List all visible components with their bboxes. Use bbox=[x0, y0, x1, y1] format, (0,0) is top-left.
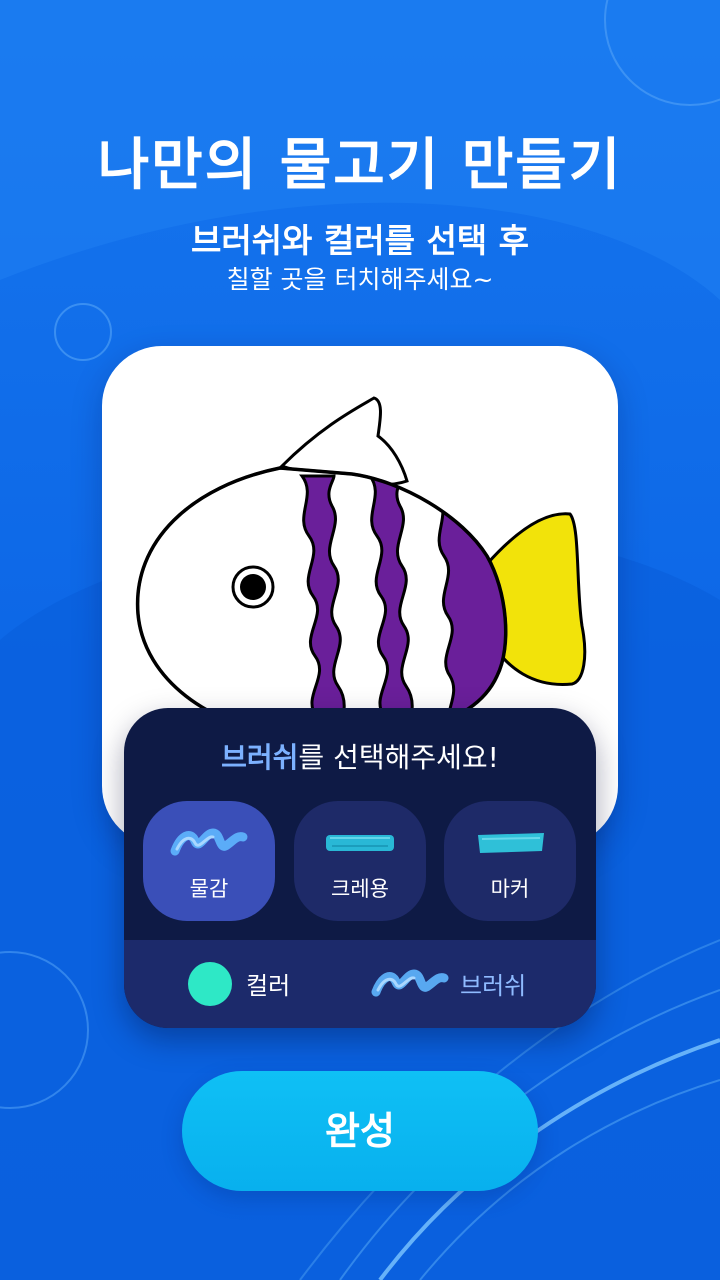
brush-option-label: 마커 bbox=[490, 877, 530, 901]
current-color-label[interactable]: 컬러 bbox=[246, 966, 290, 1001]
brush-prompt-highlight: 브러쉬 bbox=[221, 741, 299, 774]
page-subtitle: 브러쉬와 컬러를 선택 후 bbox=[190, 221, 530, 260]
brush-option-watercolor[interactable]: 물감 bbox=[143, 801, 275, 921]
done-button[interactable]: 완성 bbox=[182, 1071, 538, 1191]
current-selection-bar: 컬러 브러쉬 bbox=[124, 940, 596, 1028]
watercolor-stroke-icon bbox=[170, 828, 248, 856]
brush-option-marker[interactable]: 마커 bbox=[444, 801, 576, 921]
brush-option-label: 크레용 bbox=[331, 877, 389, 901]
brush-prompt-rest: 를 선택해주세요! bbox=[298, 741, 499, 774]
current-color-swatch[interactable] bbox=[188, 962, 232, 1006]
crayon-stroke-icon bbox=[326, 835, 394, 851]
brush-option-crayon[interactable]: 크레용 bbox=[294, 801, 426, 921]
marker-stroke-icon bbox=[478, 833, 544, 853]
brush-option-label: 물감 bbox=[189, 877, 229, 901]
brush-prompt: 브러쉬를 선택해주세요! bbox=[124, 736, 596, 776]
current-brush-icon[interactable] bbox=[370, 962, 450, 1002]
brush-panel: 브러쉬를 선택해주세요! 물감 크레용 마커 컬러 브러쉬 bbox=[124, 708, 596, 1028]
current-brush-label[interactable]: 브러쉬 bbox=[460, 966, 526, 1001]
coloring-screen: 나만의 물고기 만들기 브러쉬와 컬러를 선택 후 칠할 곳을 터치해주세요~ bbox=[0, 0, 720, 1280]
page-instruction: 칠할 곳을 터치해주세요~ bbox=[226, 265, 494, 294]
page-title: 나만의 물고기 만들기 bbox=[97, 133, 623, 198]
